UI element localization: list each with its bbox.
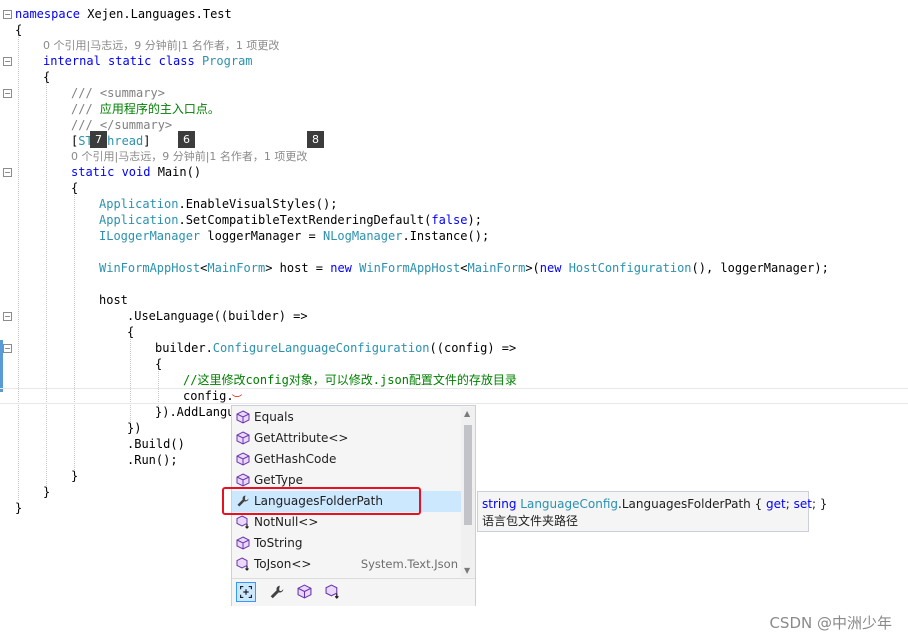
code-line: builder.ConfigureLanguageConfiguration((…: [155, 341, 517, 355]
highlight-annotation-box: [222, 487, 421, 515]
completion-item-label: ToString: [254, 536, 303, 550]
code-line: {: [127, 325, 135, 339]
completion-item-label: Equals: [254, 410, 294, 424]
code-line: [STAThread]: [71, 134, 151, 148]
step-badge: 8: [307, 131, 324, 148]
code-line: WinFormAppHost<MainForm> host = new WinF…: [99, 261, 829, 275]
code-line: Application.SetCompatibleTextRenderingDe…: [99, 213, 482, 227]
completion-item-label: GetHashCode: [254, 452, 337, 466]
completion-item-label: GetAttribute<>: [254, 431, 349, 445]
fold-toggle-class[interactable]: −: [3, 57, 12, 66]
watermark: CSDN @中洲少年: [769, 614, 892, 632]
expand-filter-button[interactable]: [236, 582, 256, 602]
code-line: static void Main(): [71, 165, 202, 179]
completion-item[interactable]: NotNull<>: [232, 512, 461, 533]
code-line: }: [43, 485, 51, 499]
completion-item[interactable]: ToJson<> System.Text.Json: [232, 554, 461, 575]
scroll-thumb[interactable]: [464, 425, 472, 525]
code-comment: //这里修改config对象，可以修改.json配置文件的存放目录: [183, 373, 517, 387]
code-line: ILoggerManager loggerManager = NLogManag…: [99, 229, 490, 243]
code-line: host: [99, 293, 128, 307]
code-line-cursor[interactable]: config.: [183, 388, 234, 404]
method-icon: [236, 536, 250, 550]
code-line: {: [155, 357, 163, 371]
indent-guide: [130, 334, 131, 422]
code-line: {: [71, 181, 79, 195]
fold-toggle-namespace[interactable]: −: [3, 10, 12, 19]
current-line-highlight: [0, 388, 908, 404]
completion-item[interactable]: GetHashCode: [232, 449, 461, 470]
code-line: }: [71, 469, 79, 483]
completion-item-label: NotNull<>: [254, 515, 319, 529]
method-icon: [236, 431, 250, 445]
indent-guide: [18, 30, 19, 500]
extension-method-icon: [236, 557, 249, 571]
fold-toggle-inner-lambda[interactable]: −: [3, 344, 12, 353]
extension-method-icon: [236, 515, 249, 529]
completion-item-label: GetType: [254, 473, 303, 487]
completion-item[interactable]: ToString: [232, 533, 461, 554]
scroll-up-arrow-icon[interactable]: ▲: [464, 409, 470, 418]
method-icon: [236, 452, 250, 466]
code-line: /// 应用程序的主入口点。: [71, 102, 220, 116]
extension-methods-filter-button[interactable]: [323, 582, 343, 602]
fold-toggle-doc[interactable]: −: [3, 89, 12, 98]
indent-guide: [74, 190, 75, 472]
properties-filter-button[interactable]: [267, 582, 287, 602]
code-line: {: [15, 23, 23, 37]
indent-guide: [46, 78, 47, 486]
code-line: /// </summary>: [71, 118, 173, 132]
quickinfo-signature: string LanguageConfig.LanguagesFolderPat…: [482, 497, 828, 511]
code-line: namespace Xejen.Languages.Test: [15, 7, 232, 21]
completion-item[interactable]: GetAttribute<>: [232, 428, 461, 449]
code-line: {: [43, 70, 51, 84]
expand-filter-icon: [240, 586, 252, 598]
method-icon: [236, 473, 250, 487]
code-line: .Build(): [127, 437, 185, 451]
code-line: }): [127, 421, 142, 435]
fold-toggle-main[interactable]: −: [3, 168, 12, 177]
quickinfo-description: 语言包文件夹路径: [482, 514, 579, 528]
scroll-down-arrow-icon[interactable]: ▼: [464, 566, 470, 575]
fold-toggle-lambda[interactable]: −: [3, 312, 12, 321]
codelens-main[interactable]: 0 个引用|马志远，9 分钟前|1 名作者，1 项更改: [71, 149, 307, 165]
code-line: }: [15, 501, 23, 515]
methods-filter-icon: [297, 584, 312, 599]
methods-filter-button[interactable]: [295, 582, 315, 602]
completion-filter-bar: [232, 578, 475, 606]
step-badge: 7: [90, 131, 107, 148]
properties-filter-icon: [270, 585, 284, 599]
code-line: .Run();: [127, 453, 178, 467]
code-line: /// <summary>: [71, 86, 165, 100]
extension-methods-filter-icon: [325, 584, 339, 599]
code-line: Application.EnableVisualStyles();: [99, 197, 338, 211]
step-badge: 6: [178, 131, 195, 148]
code-line: internal static class Program: [43, 54, 253, 68]
code-line: }).AddLangu: [155, 405, 235, 419]
completion-scrollbar[interactable]: ▲ ▼: [461, 407, 475, 577]
code-line: .UseLanguage((builder) =>: [127, 309, 308, 323]
quickinfo-tooltip: string LanguageConfig.LanguagesFolderPat…: [477, 491, 828, 532]
completion-item-namespace: System.Text.Json: [360, 557, 458, 571]
codelens-class[interactable]: 0 个引用|马志远，9 分钟前|1 名作者，1 项更改: [43, 38, 279, 54]
completion-item-label: ToJson<>: [254, 557, 312, 571]
completion-item[interactable]: Equals: [232, 407, 461, 428]
method-icon: [236, 410, 250, 424]
